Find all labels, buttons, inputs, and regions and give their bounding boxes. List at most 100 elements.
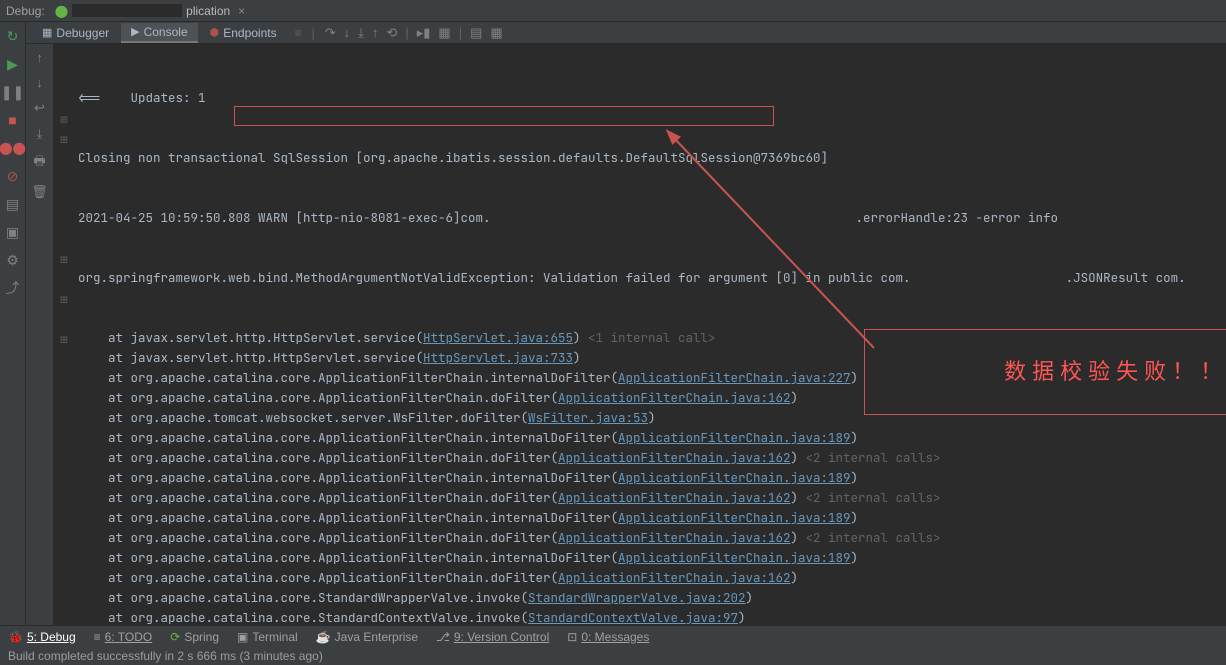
fold-gutter: ⊞ ⊞ ⊞ ⊞ ⊞ xyxy=(54,44,74,625)
log-line: 2021-04-25 10:59:50.808 WARN [http-nio-8… xyxy=(74,208,1226,228)
camera-icon[interactable]: ▣ xyxy=(5,224,21,240)
console-gutter: ↑ ↓ ↩ ⤓ 🖶 🗑 xyxy=(26,44,54,625)
annotation-box: 数据校验失败！！！ xyxy=(864,329,1226,415)
stack-trace-line: at org.apache.catalina.core.ApplicationF… xyxy=(74,468,1226,488)
source-link[interactable]: ApplicationFilterChain.java:189 xyxy=(618,549,851,566)
fold-handle[interactable]: ⊞ xyxy=(54,110,74,130)
debug-label: Debug: xyxy=(6,4,45,18)
evaluate-icon[interactable]: ▦ xyxy=(438,25,450,41)
endpoints-icon: ⬢ xyxy=(210,26,220,39)
tab-console[interactable]: ▶ Console xyxy=(121,23,198,43)
debugger-icon: ▦ xyxy=(42,26,52,39)
internal-calls-note: <1 internal call> xyxy=(588,329,716,346)
console-output[interactable]: <== Updates: 1 Closing non transactional… xyxy=(74,44,1226,625)
force-step-into-icon[interactable]: ⤓ xyxy=(358,25,364,41)
source-link[interactable]: ApplicationFilterChain.java:162 xyxy=(558,489,791,506)
build-status-bar: Build completed successfully in 2 s 666 … xyxy=(0,647,1226,665)
exception-highlight-box xyxy=(234,106,774,126)
clear-icon[interactable]: 🗑 xyxy=(31,184,48,200)
stop-icon[interactable]: ■ xyxy=(5,112,21,128)
stack-trace-line: at org.apache.catalina.core.ApplicationF… xyxy=(74,448,1226,468)
left-tool-gutter: ↻ ▶ ❚❚ ■ ⬤⬤ ⊘ ▤ ▣ ⚙ ⤴ xyxy=(0,22,26,625)
tab-divider: | xyxy=(312,26,315,40)
scroll-down-icon[interactable]: ↓ xyxy=(36,75,43,90)
stack-trace-line: at org.apache.catalina.core.ApplicationF… xyxy=(74,568,1226,588)
source-link[interactable]: ApplicationFilterChain.java:227 xyxy=(618,369,851,386)
stack-trace-line: at org.apache.catalina.core.StandardWrap… xyxy=(74,588,1226,608)
source-link[interactable]: StandardContextValve.java:97 xyxy=(528,609,738,625)
tab-endpoints-label: Endpoints xyxy=(223,26,276,40)
internal-calls-note: <2 internal calls> xyxy=(806,449,941,466)
fold-handle[interactable]: ⊞ xyxy=(54,250,74,270)
fold-handle[interactable]: ⊞ xyxy=(54,130,74,150)
source-link[interactable]: ApplicationFilterChain.java:189 xyxy=(618,469,851,486)
step-out-icon[interactable]: ↑ xyxy=(372,25,379,41)
stack-trace-line: at org.apache.catalina.core.ApplicationF… xyxy=(74,488,1226,508)
source-link[interactable]: ApplicationFilterChain.java:162 xyxy=(558,449,791,466)
step-into-icon[interactable]: ↓ xyxy=(344,25,351,41)
fold-handle[interactable]: ⊞ xyxy=(54,290,74,310)
rerun-icon[interactable]: ↻ xyxy=(5,28,21,44)
close-icon[interactable]: × xyxy=(238,4,245,18)
breakpoints-icon[interactable]: ⬤⬤ xyxy=(5,140,21,156)
annotation-text: 数据校验失败！！！ xyxy=(1004,359,1226,384)
pin-icon[interactable]: ⤴ xyxy=(5,280,21,296)
step-toolbar: ↷ ↓ ⤓ ↑ ⟲ | ▸▮ ▦ | ▤ ▦ xyxy=(325,25,511,41)
bug-icon: ⬤ xyxy=(55,4,68,18)
print-icon[interactable]: 🖶 xyxy=(33,152,45,174)
log-line: Closing non transactional SqlSession [or… xyxy=(74,148,1226,168)
divider: | xyxy=(459,25,462,41)
resume-icon[interactable]: ▶ xyxy=(5,56,21,72)
source-link[interactable]: ApplicationFilterChain.java:189 xyxy=(618,429,851,446)
stack-trace-line: at org.apache.catalina.core.ApplicationF… xyxy=(74,528,1226,548)
layout-icon[interactable]: ▤ xyxy=(5,196,21,212)
tab-menu-icon[interactable]: ≡ xyxy=(295,26,302,40)
tool-java-ee[interactable]: ☕ Java Enterprise xyxy=(316,630,418,644)
tool-messages[interactable]: ⊡ 0: Messages xyxy=(567,630,649,644)
bottom-toolwindow-bar: 🐞 5: Debug ≡ 6: TODO ⟳ Spring ▣ Terminal… xyxy=(0,625,1226,647)
stack-trace-line: at org.apache.catalina.core.ApplicationF… xyxy=(74,548,1226,568)
build-message: Build completed successfully in 2 s 666 … xyxy=(8,649,323,663)
debug-tabs-row: ▦ Debugger ▶ Console ⬢ Endpoints ≡ | ↷ ↓… xyxy=(26,22,1226,44)
exception-line: org.springframework.web.bind.MethodArgum… xyxy=(74,268,1226,288)
drop-frame-icon[interactable]: ⟲ xyxy=(386,25,397,41)
tool-todo[interactable]: ≡ 6: TODO xyxy=(94,630,153,644)
stack-trace-line: at org.apache.catalina.core.ApplicationF… xyxy=(74,428,1226,448)
stack-trace-line: at org.apache.catalina.core.ApplicationF… xyxy=(74,508,1226,528)
fold-handle[interactable]: ⊞ xyxy=(54,330,74,350)
scroll-end-icon[interactable]: ⤓ xyxy=(37,126,43,142)
tool-debug[interactable]: 🐞 5: Debug xyxy=(8,630,76,644)
console-icon: ▶ xyxy=(131,25,139,38)
source-link[interactable]: HttpServlet.java:733 xyxy=(423,349,573,366)
soft-wrap-icon[interactable]: ↩ xyxy=(34,100,45,116)
tool-spring[interactable]: ⟳ Spring xyxy=(170,630,219,644)
tab-console-label: Console xyxy=(144,25,188,39)
source-link[interactable]: ApplicationFilterChain.java:162 xyxy=(558,529,791,546)
step-over-icon[interactable]: ↷ xyxy=(325,25,336,41)
trace-icon[interactable]: ▤ xyxy=(470,25,482,41)
tool-vcs[interactable]: ⎇ 9: Version Control xyxy=(436,630,549,644)
tab-debugger[interactable]: ▦ Debugger xyxy=(32,24,119,42)
tool-terminal[interactable]: ▣ Terminal xyxy=(237,630,298,644)
source-link[interactable]: ApplicationFilterChain.java:189 xyxy=(618,509,851,526)
stack-trace-line: at org.apache.catalina.core.StandardCont… xyxy=(74,608,1226,625)
settings-icon[interactable]: ⚙ xyxy=(5,252,21,268)
tab-debugger-label: Debugger xyxy=(56,26,109,40)
app-name-suffix: plication xyxy=(186,4,230,18)
source-link[interactable]: HttpServlet.java:655 xyxy=(423,329,573,346)
internal-calls-note: <2 internal calls> xyxy=(806,529,941,546)
pause-icon[interactable]: ❚❚ xyxy=(5,84,21,100)
tab-endpoints[interactable]: ⬢ Endpoints xyxy=(200,24,287,42)
source-link[interactable]: WsFilter.java:53 xyxy=(528,409,648,426)
source-link[interactable]: ApplicationFilterChain.java:162 xyxy=(558,569,791,586)
mute-breakpoints-icon[interactable]: ⊘ xyxy=(5,168,21,184)
source-link[interactable]: ApplicationFilterChain.java:162 xyxy=(558,389,791,406)
debug-toolwindow-header: Debug: ⬤ plication × xyxy=(0,0,1226,22)
divider: | xyxy=(405,25,408,41)
log-line: <== Updates: 1 xyxy=(74,88,1226,108)
internal-calls-note: <2 internal calls> xyxy=(806,489,941,506)
source-link[interactable]: StandardWrapperValve.java:202 xyxy=(528,589,746,606)
run-to-cursor-icon[interactable]: ▸▮ xyxy=(417,25,431,41)
scroll-up-icon[interactable]: ↑ xyxy=(36,50,43,65)
more-icon[interactable]: ▦ xyxy=(490,25,502,41)
